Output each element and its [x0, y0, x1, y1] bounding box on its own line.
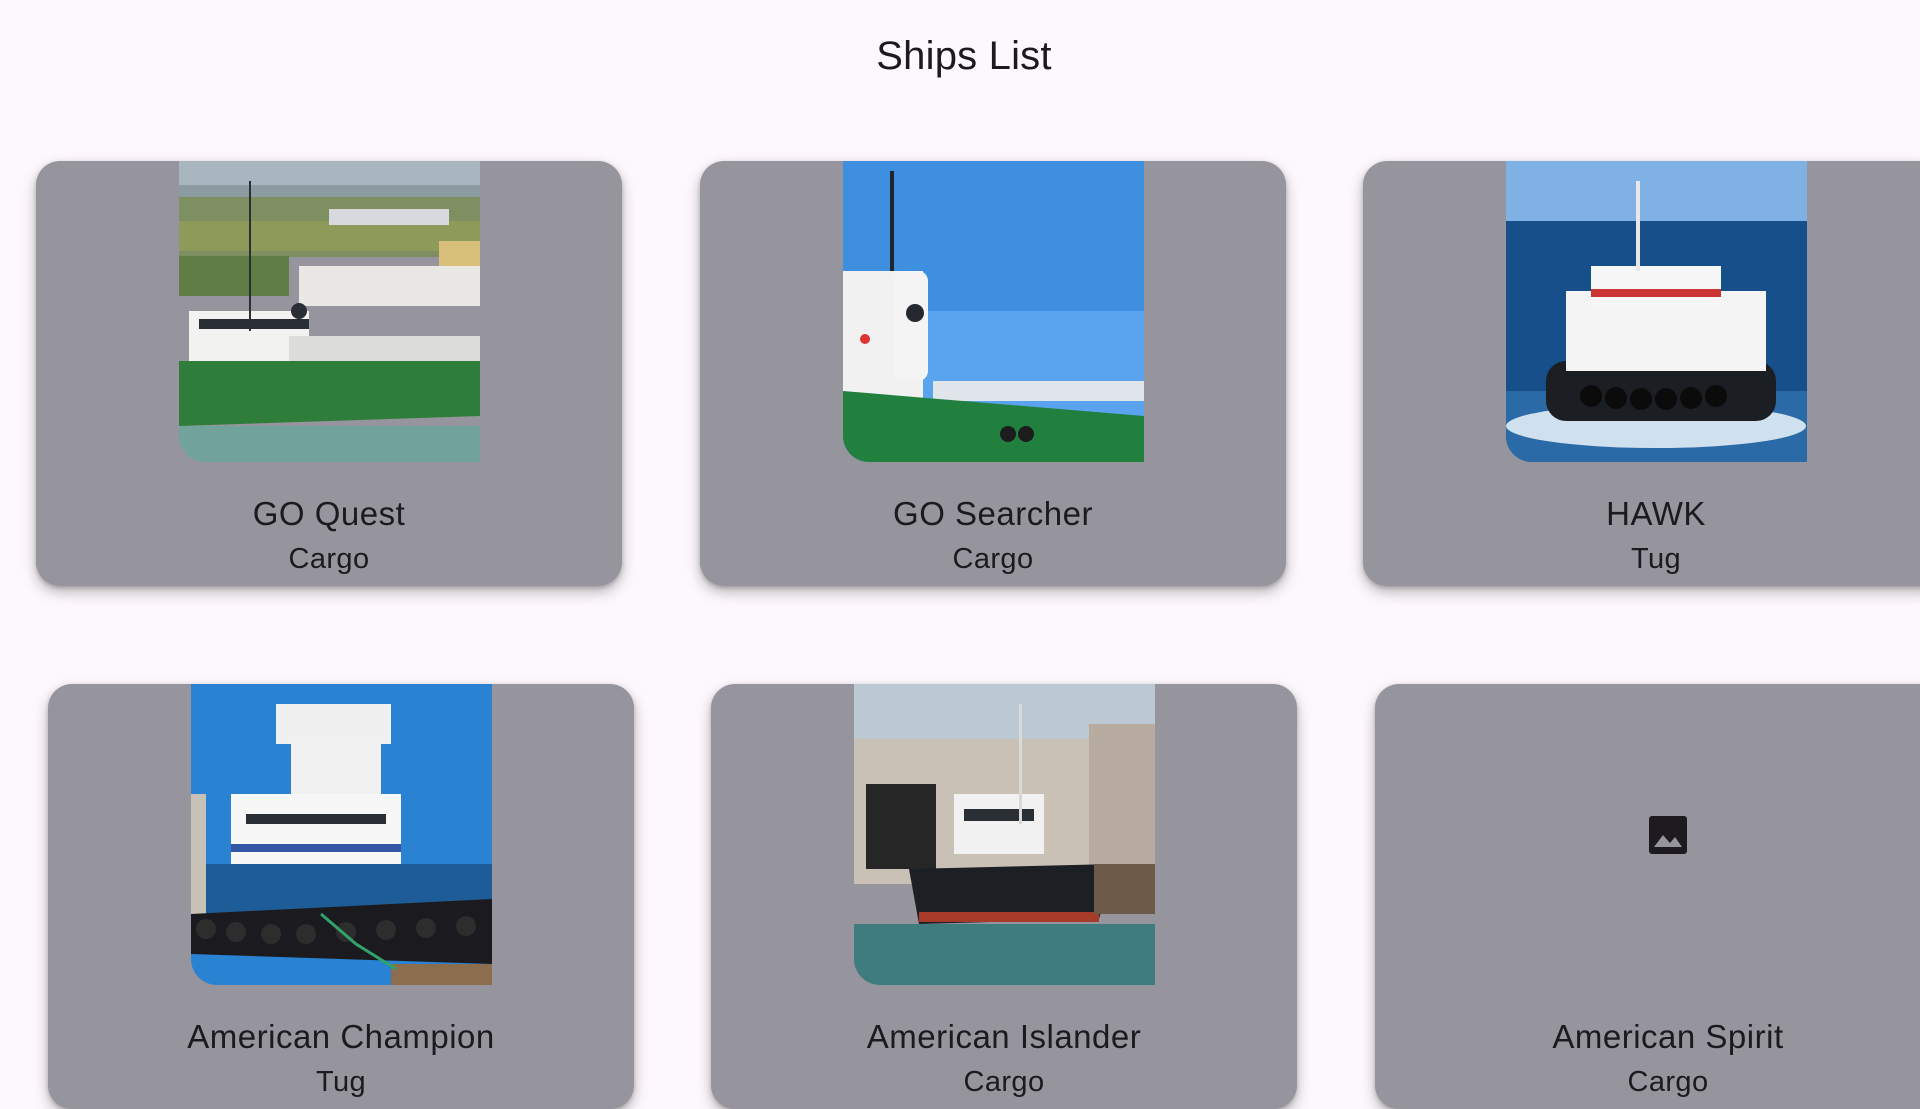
- ship-name: GO Searcher: [893, 495, 1093, 532]
- image-placeholder-icon: [1648, 815, 1688, 855]
- app-bar: Ships List: [0, 0, 1920, 112]
- ship-card[interactable]: GO Searcher Cargo: [700, 161, 1286, 586]
- ship-card[interactable]: American Champion Tug: [48, 684, 634, 1109]
- ship-name: HAWK: [1606, 495, 1706, 532]
- ship-name: American Islander: [866, 1018, 1142, 1055]
- ship-photo: [1506, 161, 1807, 462]
- ship-photo: [191, 684, 492, 985]
- ship-photo: [179, 161, 480, 462]
- ship-type: Cargo: [952, 543, 1034, 575]
- ship-name: American Champion: [187, 1018, 495, 1055]
- ship-name: American Spirit: [1552, 1018, 1784, 1055]
- ship-type: Cargo: [288, 543, 370, 575]
- ship-photo: [854, 684, 1155, 985]
- ship-photo: [843, 161, 1144, 462]
- ship-type: Cargo: [963, 1066, 1045, 1098]
- ship-card[interactable]: American Islander Cargo: [711, 684, 1297, 1109]
- ship-card[interactable]: HAWK Tug: [1363, 161, 1920, 586]
- ship-card[interactable]: American Spirit Cargo: [1375, 684, 1920, 1109]
- ship-type: Cargo: [1627, 1066, 1709, 1098]
- ship-name: GO Quest: [252, 495, 406, 532]
- page-title: Ships List: [876, 34, 1052, 78]
- ship-type: Tug: [1630, 543, 1682, 575]
- ship-type: Tug: [315, 1066, 367, 1098]
- ship-card[interactable]: GO Quest Cargo: [36, 161, 622, 586]
